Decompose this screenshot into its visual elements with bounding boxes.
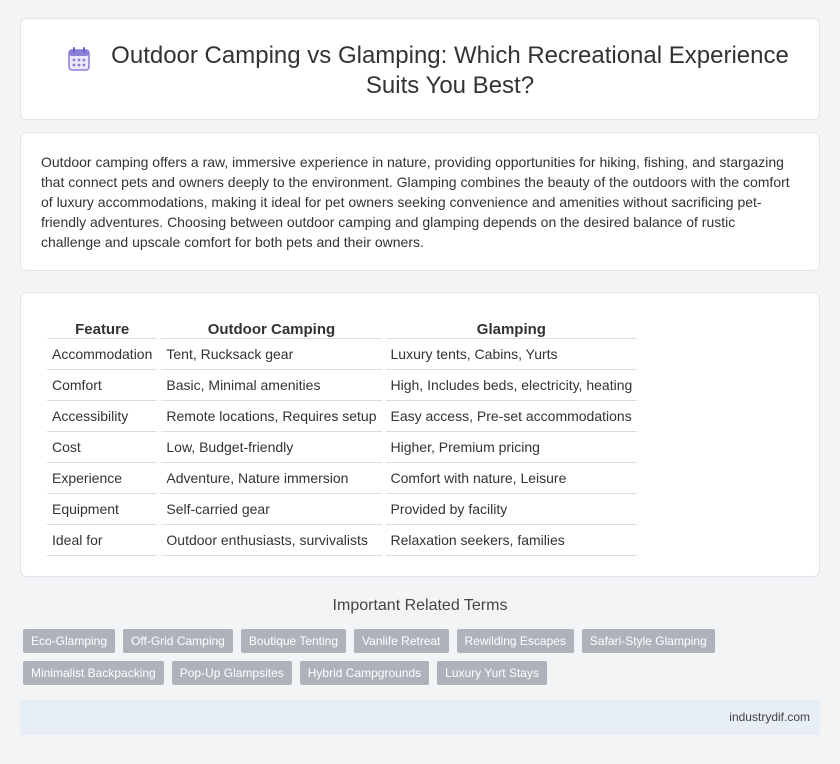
tag-off-grid-camping[interactable]: Off-Grid Camping: [123, 629, 233, 653]
table-row: Comfort Basic, Minimal amenities High, I…: [47, 370, 638, 401]
feature-cell: Cost: [47, 432, 158, 463]
camping-cell: Tent, Rucksack gear: [161, 339, 382, 370]
tag-minimalist-backpacking[interactable]: Minimalist Backpacking: [23, 661, 164, 685]
table-row: Accessibility Remote locations, Requires…: [47, 401, 638, 432]
camping-cell: Remote locations, Requires setup: [161, 401, 382, 432]
table-row: Accommodation Tent, Rucksack gear Luxury…: [47, 339, 638, 370]
tag-eco-glamping[interactable]: Eco-Glamping: [23, 629, 116, 653]
calendar-icon: [68, 47, 90, 71]
camping-cell: Self-carried gear: [161, 494, 382, 525]
glamping-cell: Comfort with nature, Leisure: [385, 463, 638, 494]
tag-rewilding-escapes[interactable]: Rewilding Escapes: [456, 629, 574, 653]
feature-cell: Accessibility: [47, 401, 158, 432]
header-outdoor-camping: Outdoor Camping: [161, 315, 382, 339]
feature-cell: Accommodation: [47, 339, 158, 370]
table-row: Cost Low, Budget-friendly Higher, Premiu…: [47, 432, 638, 463]
tag-luxury-yurt-stays[interactable]: Luxury Yurt Stays: [437, 661, 547, 685]
tag-vanlife-retreat[interactable]: Vanlife Retreat: [354, 629, 449, 653]
feature-cell: Ideal for: [47, 525, 158, 556]
related-terms-list: Eco-Glamping Off-Grid Camping Boutique T…: [23, 629, 723, 685]
glamping-cell: Higher, Premium pricing: [385, 432, 638, 463]
comparison-card: Feature Outdoor Camping Glamping Accommo…: [20, 292, 820, 577]
glamping-cell: Provided by facility: [385, 494, 638, 525]
tag-safari-style-glamping[interactable]: Safari-Style Glamping: [581, 629, 715, 653]
tag-pop-up-glampsites[interactable]: Pop-Up Glampsites: [171, 661, 292, 685]
table-row: Equipment Self-carried gear Provided by …: [47, 494, 638, 525]
glamping-cell: Relaxation seekers, families: [385, 525, 638, 556]
table-row: Experience Adventure, Nature immersion C…: [47, 463, 638, 494]
comparison-table: Feature Outdoor Camping Glamping Accommo…: [43, 315, 641, 556]
intro-paragraph: Outdoor camping offers a raw, immersive …: [41, 154, 790, 250]
intro-card: Outdoor camping offers a raw, immersive …: [20, 132, 820, 271]
feature-cell: Equipment: [47, 494, 158, 525]
page-title: Outdoor Camping vs Glamping: Which Recre…: [111, 42, 789, 99]
related-terms-heading: Important Related Terms: [332, 597, 508, 614]
glamping-cell: High, Includes beds, electricity, heatin…: [385, 370, 638, 401]
feature-cell: Experience: [47, 463, 158, 494]
header-feature: Feature: [47, 315, 158, 339]
feature-cell: Comfort: [47, 370, 158, 401]
camping-cell: Low, Budget-friendly: [161, 432, 382, 463]
glamping-cell: Luxury tents, Cabins, Yurts: [385, 339, 638, 370]
glamping-cell: Easy access, Pre-set accommodations: [385, 401, 638, 432]
tag-hybrid-campgrounds[interactable]: Hybrid Campgrounds: [299, 661, 430, 685]
camping-cell: Basic, Minimal amenities: [161, 370, 382, 401]
header-glamping: Glamping: [385, 315, 638, 339]
footer-site-link[interactable]: industrydif.com: [729, 710, 810, 724]
title-card: Outdoor Camping vs Glamping: Which Recre…: [20, 18, 820, 120]
table-row: Ideal for Outdoor enthusiasts, survivali…: [47, 525, 638, 556]
footer: industrydif.com: [20, 700, 820, 735]
camping-cell: Adventure, Nature immersion: [161, 463, 382, 494]
table-header-row: Feature Outdoor Camping Glamping: [47, 315, 638, 339]
tag-boutique-tenting[interactable]: Boutique Tenting: [240, 629, 347, 653]
camping-cell: Outdoor enthusiasts, survivalists: [161, 525, 382, 556]
